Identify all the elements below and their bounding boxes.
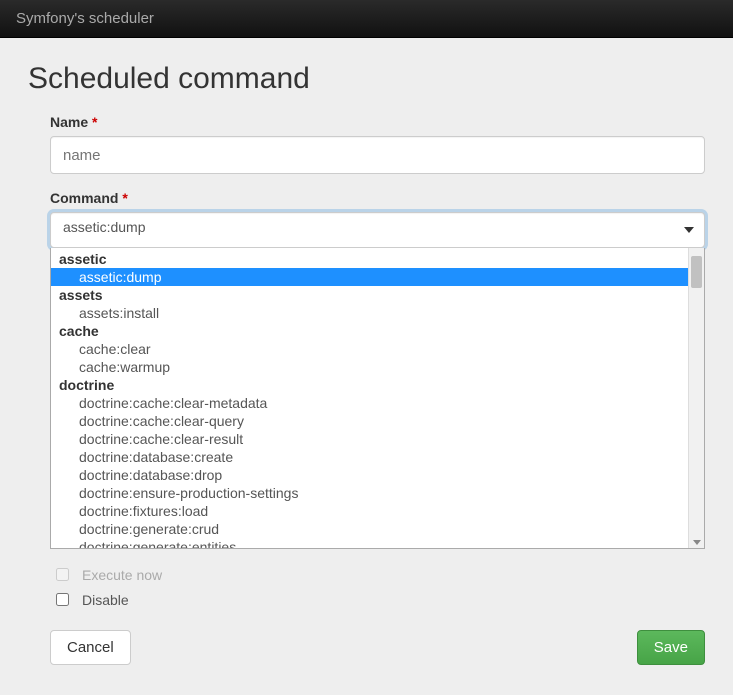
- save-button[interactable]: Save: [637, 630, 705, 665]
- command-option[interactable]: assetic:dump: [51, 268, 688, 286]
- command-label-text: Command: [50, 190, 118, 206]
- form: Name * Command * assetic:dump asseticass…: [28, 114, 705, 665]
- navbar: Symfony's scheduler: [0, 0, 733, 38]
- form-footer: Cancel Save: [50, 612, 705, 665]
- chevron-down-icon: [684, 227, 694, 233]
- command-option[interactable]: cache:warmup: [51, 358, 688, 376]
- command-option[interactable]: doctrine:cache:clear-result: [51, 430, 688, 448]
- optgroup-label: cache: [51, 322, 688, 340]
- disable-checkbox[interactable]: [56, 593, 69, 606]
- name-label-text: Name: [50, 114, 88, 130]
- page-title: Scheduled command: [28, 62, 705, 96]
- command-option[interactable]: cache:clear: [51, 340, 688, 358]
- chevron-down-icon: [693, 540, 701, 545]
- cancel-button[interactable]: Cancel: [50, 630, 131, 665]
- disable-row: Disable: [50, 587, 705, 612]
- command-option[interactable]: doctrine:generate:crud: [51, 520, 688, 538]
- required-asterisk: *: [122, 190, 127, 206]
- page: Scheduled command Name * Command * asset…: [0, 38, 733, 695]
- execute-now-row: Execute now: [50, 562, 705, 587]
- name-group: Name *: [50, 114, 705, 174]
- command-select-wrap: assetic:dump asseticassetic:dumpassetsas…: [50, 212, 705, 248]
- disable-label: Disable: [82, 592, 129, 608]
- optgroup-label: assets: [51, 286, 688, 304]
- execute-now-checkbox[interactable]: [56, 568, 69, 581]
- command-group: Command * assetic:dump asseticassetic:du…: [50, 190, 705, 248]
- optgroup-label: assetic: [51, 250, 688, 268]
- command-dropdown: asseticassetic:dumpassetsassets:installc…: [50, 248, 705, 549]
- command-dropdown-list[interactable]: asseticassetic:dumpassetsassets:installc…: [51, 248, 688, 548]
- command-option[interactable]: doctrine:fixtures:load: [51, 502, 688, 520]
- command-option[interactable]: doctrine:database:create: [51, 448, 688, 466]
- scrollbar-thumb[interactable]: [691, 256, 702, 288]
- name-label: Name *: [50, 114, 705, 130]
- command-option[interactable]: doctrine:ensure-production-settings: [51, 484, 688, 502]
- command-option[interactable]: doctrine:database:drop: [51, 466, 688, 484]
- command-option[interactable]: doctrine:cache:clear-metadata: [51, 394, 688, 412]
- name-input[interactable]: [50, 136, 705, 174]
- command-select[interactable]: assetic:dump: [50, 212, 705, 248]
- optgroup-label: doctrine: [51, 376, 688, 394]
- command-option[interactable]: doctrine:generate:entities: [51, 538, 688, 548]
- scrollbar-down-arrow[interactable]: [689, 536, 704, 548]
- command-option[interactable]: assets:install: [51, 304, 688, 322]
- required-asterisk: *: [92, 114, 97, 130]
- execute-now-label: Execute now: [82, 567, 162, 583]
- command-option[interactable]: doctrine:cache:clear-query: [51, 412, 688, 430]
- command-label: Command *: [50, 190, 705, 206]
- dropdown-scrollbar[interactable]: [688, 248, 704, 548]
- command-select-value: assetic:dump: [63, 219, 145, 235]
- navbar-brand[interactable]: Symfony's scheduler: [16, 10, 154, 27]
